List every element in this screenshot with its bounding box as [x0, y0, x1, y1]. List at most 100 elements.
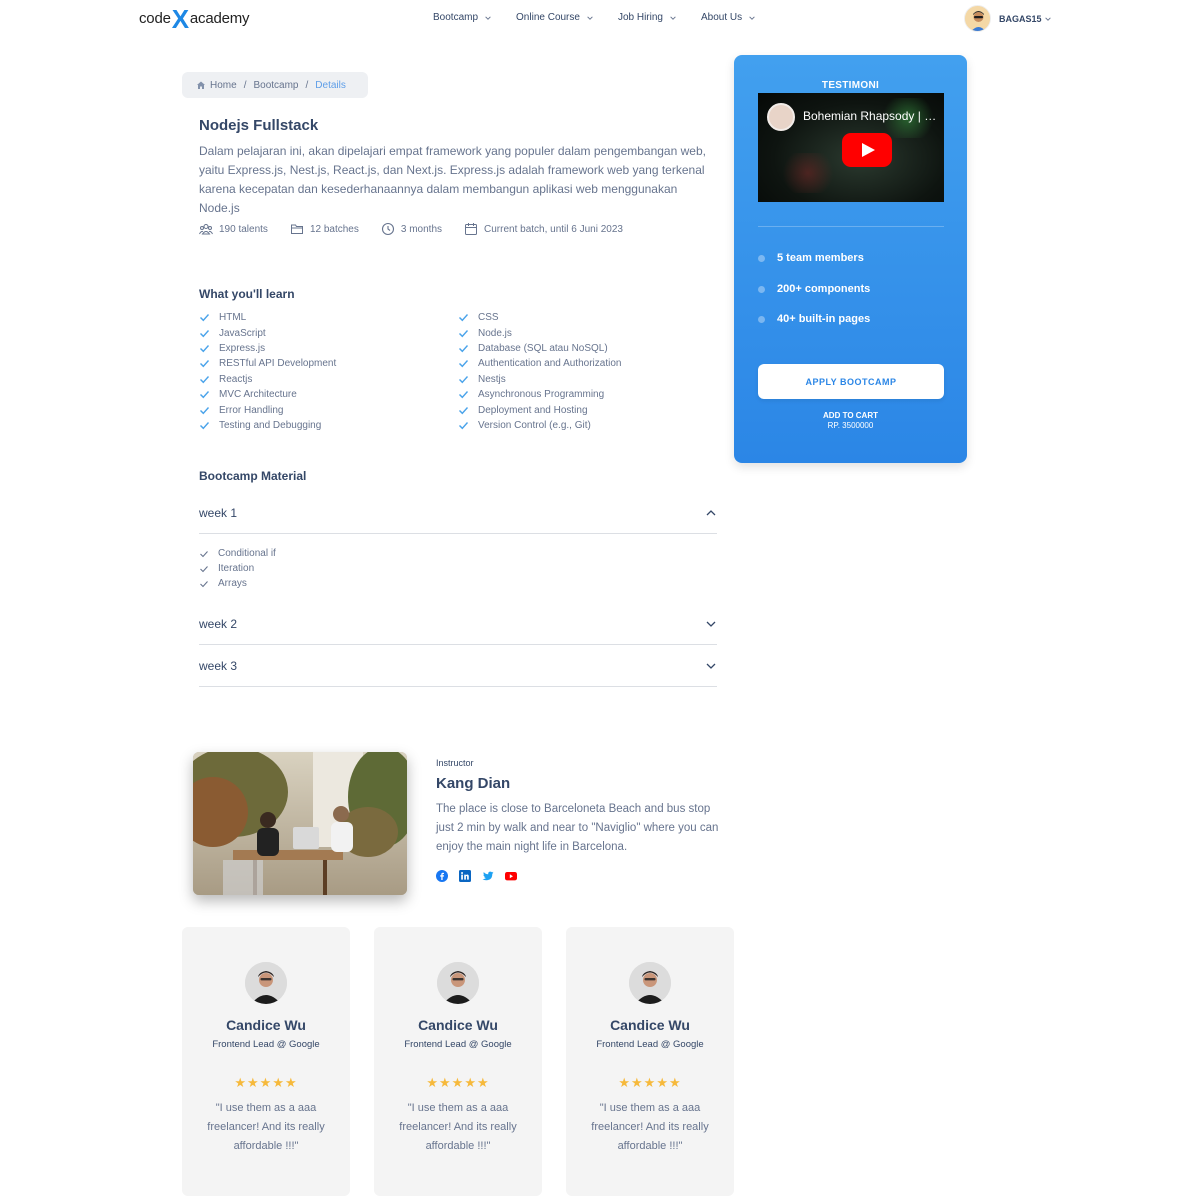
week-topic: Arrays	[199, 576, 276, 591]
reviewer-role: Frontend Lead @ Google	[596, 1039, 704, 1050]
facebook-icon[interactable]	[436, 870, 448, 882]
accordion-week-2[interactable]: week 2	[199, 603, 717, 645]
nav-item-job-hiring[interactable]: Job Hiring	[618, 12, 677, 23]
current-batch-value: Current batch, until 6 Juni 2023	[484, 223, 623, 235]
logo-x-mark: X	[171, 4, 189, 34]
reviewer-name: Candice Wu	[610, 1017, 690, 1033]
learn-item-label: Reactjs	[219, 373, 253, 385]
review-quote: "I use them as a aaa freelancer! And its…	[591, 1102, 709, 1152]
check-icon	[200, 550, 208, 557]
check-icon	[200, 314, 210, 322]
rating-stars: ★★★★★	[234, 1075, 298, 1090]
check-icon	[459, 375, 469, 384]
nav-item-label: Online Course	[516, 12, 580, 23]
chevron-down-icon	[587, 15, 593, 20]
calendar-icon	[465, 223, 478, 235]
nav-item-about-us[interactable]: About Us	[701, 12, 756, 23]
feature-item: 40+ built-in pages	[758, 313, 870, 325]
check-icon	[459, 421, 469, 430]
learn-item: RESTful API Development	[199, 356, 336, 371]
youtube-icon[interactable]	[505, 870, 517, 882]
accordion-week-1[interactable]: week 1	[199, 492, 717, 534]
meta-talents: 190 talents	[199, 222, 268, 236]
learn-item-label: Version Control (e.g., Git)	[478, 419, 591, 431]
breadcrumb-separator: /	[243, 79, 247, 91]
feature-label: 200+ components	[777, 283, 871, 295]
chevron-up-icon[interactable]	[705, 507, 717, 519]
divider	[758, 226, 944, 227]
feature-label: 5 team members	[777, 252, 864, 264]
clock-icon	[381, 222, 394, 236]
course-title: Nodejs Fullstack	[199, 117, 319, 134]
chevron-down-icon[interactable]	[705, 660, 717, 672]
check-icon	[459, 360, 469, 368]
price: RP. 3500000	[827, 421, 874, 430]
learn-item-label: Error Handling	[219, 404, 284, 416]
review-card: Candice Wu Frontend Lead @ Google ★★★★★ …	[374, 927, 542, 1196]
nav-item-online-course[interactable]: Online Course	[516, 12, 594, 23]
username: BAGAS15	[999, 13, 1042, 24]
video-title[interactable]: Bohemian Rhapsody | Muppet Music Video |…	[803, 109, 938, 123]
reviewer-name: Candice Wu	[226, 1017, 306, 1033]
linkedin-icon[interactable]	[459, 870, 471, 882]
bullet-icon	[758, 315, 765, 323]
feature-label: 40+ built-in pages	[777, 313, 871, 325]
week-label: week 2	[199, 616, 238, 631]
add-to-cart-link[interactable]: ADD TO CART RP. 3500000	[734, 411, 967, 430]
meta-duration: 3 months	[381, 222, 442, 236]
apply-bootcamp-button[interactable]: APPLY BOOTCAMP	[758, 364, 944, 399]
user-menu[interactable]: BAGAS15	[964, 5, 1052, 32]
check-icon	[200, 421, 210, 430]
reviewer-name: Candice Wu	[418, 1017, 498, 1033]
learn-item: MVC Architecture	[199, 387, 336, 402]
week-topic-label: Iteration	[218, 563, 255, 574]
learn-item: Reactjs	[199, 372, 336, 387]
youtube-play-icon[interactable]	[842, 133, 892, 167]
learn-item-label: JavaScript	[219, 327, 266, 339]
learn-item-label: Authentication and Authorization	[478, 358, 622, 370]
learn-item: Deployment and Hosting	[458, 402, 621, 417]
rating-stars: ★★★★★	[426, 1075, 490, 1090]
learn-item: Express.js	[199, 341, 336, 356]
talents-count: 190 talents	[219, 223, 268, 235]
brand-logo[interactable]: code X academy	[139, 4, 250, 34]
chevron-down-icon[interactable]	[705, 618, 717, 630]
learn-item-label: HTML	[219, 312, 247, 324]
breadcrumb-bootcamp[interactable]: Bootcamp	[253, 80, 298, 91]
review-card: Candice Wu Frontend Lead @ Google ★★★★★ …	[182, 927, 350, 1196]
nav-item-bootcamp[interactable]: Bootcamp	[433, 12, 492, 23]
week-label: week 3	[199, 658, 238, 673]
breadcrumb: Home / Bootcamp / Details	[182, 72, 368, 98]
learn-item-label: CSS	[478, 312, 499, 324]
folder-icon	[290, 224, 303, 234]
course-description: Dalam pelajaran ini, akan dipelajari emp…	[199, 144, 706, 215]
chevron-down-icon	[1044, 16, 1051, 21]
reviewer-avatar	[437, 962, 479, 1004]
learn-item: Error Handling	[199, 402, 336, 417]
learn-item: Node.js	[458, 325, 621, 340]
check-icon	[459, 314, 469, 322]
check-icon	[200, 329, 210, 337]
check-icon	[200, 345, 210, 353]
instructor-name: Kang Dian	[436, 775, 511, 792]
rating-stars: ★★★★★	[618, 1075, 682, 1090]
breadcrumb-home[interactable]: Home	[210, 80, 237, 91]
accordion-week-3[interactable]: week 3	[199, 645, 717, 687]
learn-item-label: Nestjs	[478, 373, 506, 385]
instructor-bio: The place is close to Barceloneta Beach …	[436, 803, 719, 853]
meta-current-batch: Current batch, until 6 Juni 2023	[464, 222, 623, 236]
video-embed[interactable]: Bohemian Rhapsody | Muppet Music Video |…	[758, 93, 944, 202]
learn-list-left: HTML JavaScript Express.js RESTful API D…	[199, 310, 336, 433]
reviewer-avatar	[245, 962, 287, 1004]
home-icon	[197, 81, 205, 89]
logo-text-code: code	[139, 9, 171, 27]
add-to-cart-label: ADD TO CART	[823, 411, 878, 420]
learn-item-label: Testing and Debugging	[219, 419, 322, 431]
instructor-photo	[193, 752, 407, 895]
duration-value: 3 months	[400, 223, 443, 235]
users-icon	[199, 224, 213, 235]
learn-list-right: CSS Node.js Database (SQL atau NoSQL) Au…	[458, 310, 621, 433]
learn-item: Asynchronous Programming	[458, 387, 621, 402]
week-topic-label: Arrays	[218, 578, 247, 589]
twitter-icon[interactable]	[482, 870, 494, 882]
